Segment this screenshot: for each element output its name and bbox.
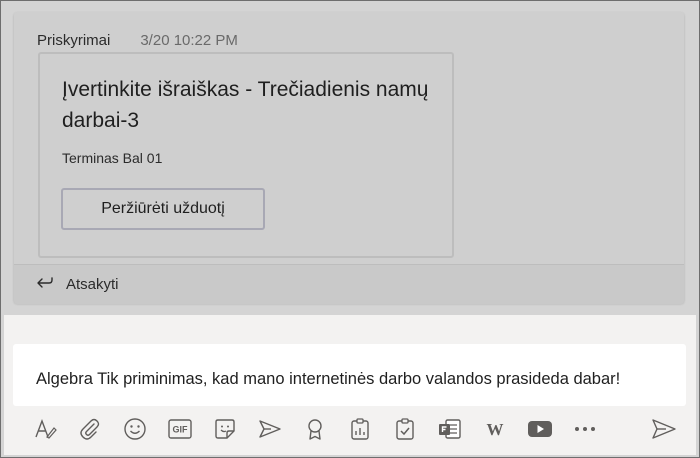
wikipedia-icon-label: W — [487, 420, 504, 439]
attach-icon[interactable] — [76, 415, 104, 443]
gif-icon[interactable]: GIF — [166, 415, 194, 443]
compose-area: Algebra Tik priminimas, kad mano interne… — [4, 315, 696, 455]
message-post: Priskyrimai 3/20 10:22 PM Įvertinkite išr… — [14, 12, 684, 304]
approvals-icon[interactable] — [391, 415, 419, 443]
gif-icon-label: GIF — [173, 425, 189, 435]
forms-icon[interactable] — [436, 415, 464, 443]
channel-label: Priskyrimai — [37, 32, 111, 49]
youtube-icon[interactable] — [526, 415, 554, 443]
sticker-icon[interactable] — [211, 415, 239, 443]
assignment-card[interactable]: Įvertinkite išraiškas - Trečiadienis nam… — [38, 52, 454, 258]
praise-icon[interactable] — [301, 415, 329, 443]
reply-label: Atsakyti — [66, 276, 119, 293]
compose-toolbar: GIF W — [4, 413, 696, 447]
message-text: Algebra Tik priminimas, kad mano interne… — [36, 370, 621, 388]
reply-icon — [37, 277, 53, 288]
post-timestamp: 3/20 10:22 PM — [140, 32, 238, 49]
meet-now-icon[interactable] — [256, 415, 284, 443]
more-options-icon[interactable] — [571, 415, 599, 443]
wikipedia-icon[interactable]: W — [481, 415, 509, 443]
due-date: Terminas Bal 01 — [62, 150, 163, 166]
view-assignment-button[interactable]: Peržiūrėti užduotį — [61, 188, 265, 230]
format-icon[interactable] — [32, 415, 60, 443]
reply-bar[interactable]: Atsakyti — [14, 264, 684, 304]
post-header: Priskyrimai 3/20 10:22 PM — [37, 32, 238, 49]
assignments-icon[interactable] — [346, 415, 374, 443]
app-window: Priskyrimai 3/20 10:22 PM Įvertinkite išr… — [0, 0, 700, 458]
assignment-title: Įvertinkite išraiškas - Trečiadienis nam… — [62, 78, 429, 132]
emoji-icon[interactable] — [121, 415, 149, 443]
send-icon[interactable] — [649, 415, 679, 443]
message-input[interactable]: Algebra Tik priminimas, kad mano interne… — [13, 344, 686, 406]
